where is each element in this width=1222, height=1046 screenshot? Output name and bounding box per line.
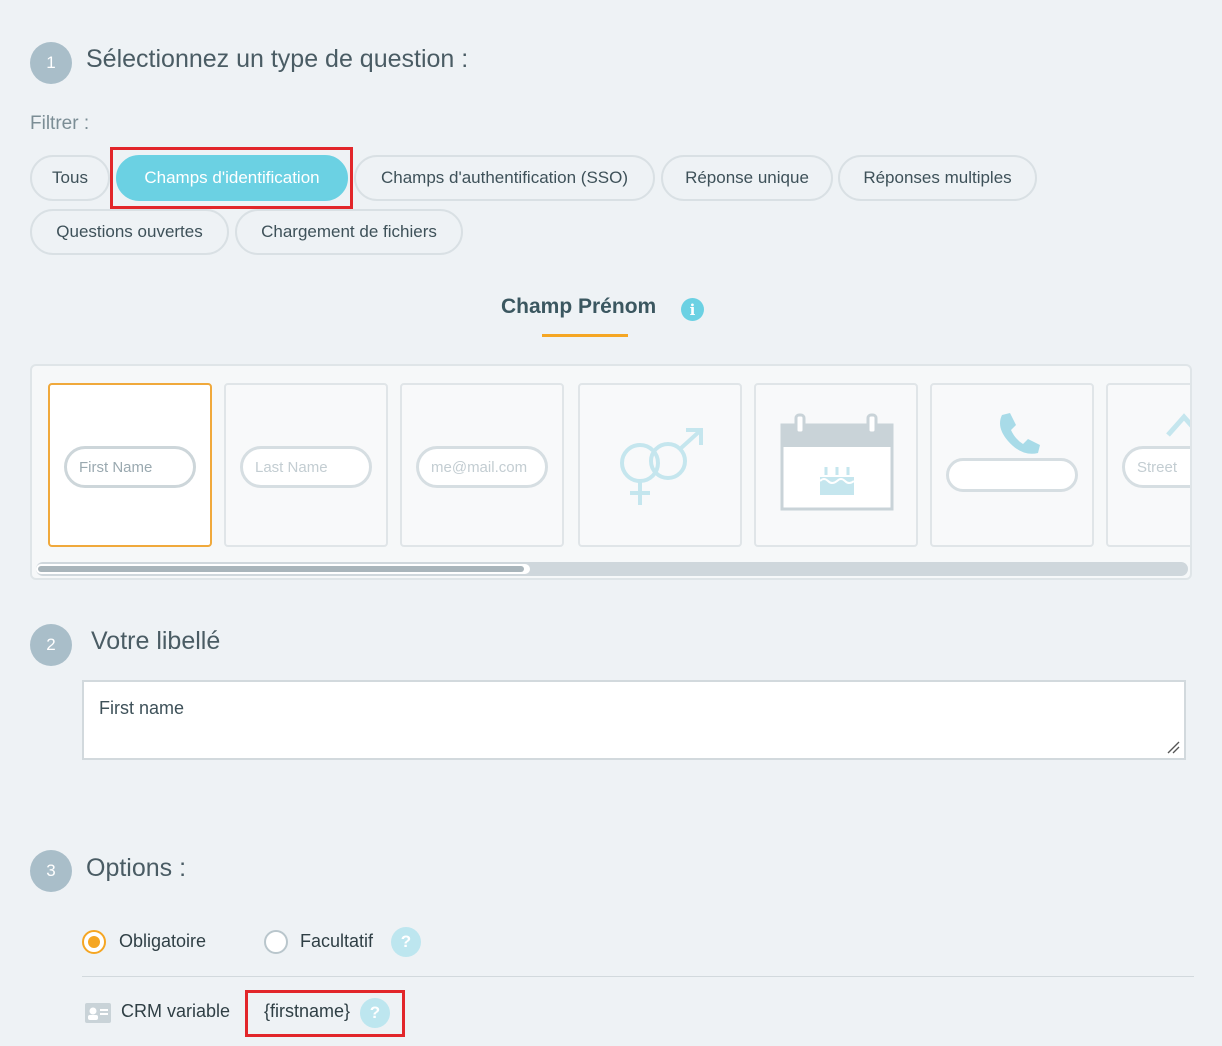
optional-label[interactable]: Facultatif (300, 931, 373, 952)
step-3-title: Options : (86, 854, 187, 882)
field-card-email[interactable]: me@mail.com (400, 383, 564, 547)
resize-handle-icon[interactable] (1166, 740, 1180, 754)
info-icon[interactable]: i (681, 298, 704, 321)
required-label[interactable]: Obligatoire (119, 931, 206, 952)
options-help-icon[interactable]: ? (391, 927, 421, 957)
email-pill: me@mail.com (416, 446, 548, 488)
field-card-last-name[interactable]: Last Name (224, 383, 388, 547)
filter-chip-file-upload[interactable]: Chargement de fichiers (235, 209, 463, 255)
contact-card-icon (85, 1003, 111, 1023)
filter-chip-single-answer[interactable]: Réponse unique (661, 155, 833, 201)
filter-chip-multiple-answers[interactable]: Réponses multiples (838, 155, 1037, 201)
optional-radio[interactable] (264, 930, 288, 954)
filter-label: Filtrer : (30, 113, 90, 134)
options-divider (82, 976, 1194, 977)
label-textarea[interactable]: First name (82, 680, 1186, 760)
field-card-gender[interactable] (578, 383, 742, 547)
field-type-title: Champ Prénom (501, 295, 657, 318)
title-underline (542, 334, 628, 337)
field-card-phone[interactable] (930, 383, 1094, 547)
filter-chip-open-questions[interactable]: Questions ouvertes (30, 209, 229, 255)
crm-variable-value: {firstname} (264, 1001, 351, 1021)
last-name-pill: Last Name (240, 446, 372, 488)
phone-pill (946, 458, 1078, 492)
filter-chip-all[interactable]: Tous (30, 155, 110, 201)
filter-chip-authentication-sso[interactable]: Champs d'authentification (SSO) (354, 155, 655, 201)
step-1-badge: 1 (30, 42, 72, 84)
carousel-scrollbar-thumb[interactable] (36, 564, 530, 574)
step-3-badge: 3 (30, 850, 72, 892)
step-2-title: Votre libellé (91, 627, 221, 655)
label-text: First name (99, 698, 185, 718)
step-1-title: Sélectionnez un type de question : (86, 45, 469, 73)
filter-chip-identification[interactable]: Champs d'identification (116, 155, 348, 201)
crm-help-icon[interactable]: ? (360, 998, 390, 1028)
field-card-first-name[interactable]: First Name (48, 383, 212, 547)
first-name-pill: First Name (64, 446, 196, 488)
field-card-birthday[interactable] (754, 383, 918, 547)
field-type-carousel: First Name Last Name me@mail.com Street (30, 364, 1192, 580)
step-2-badge: 2 (30, 624, 72, 666)
crm-variable-label: CRM variable (121, 1001, 231, 1021)
field-card-address[interactable]: Street (1106, 383, 1190, 547)
required-radio[interactable] (82, 930, 106, 954)
calendar-cake-icon (780, 413, 894, 511)
address-pill: Street (1122, 446, 1190, 488)
house-icon (1166, 413, 1190, 437)
gender-icon (620, 428, 703, 505)
